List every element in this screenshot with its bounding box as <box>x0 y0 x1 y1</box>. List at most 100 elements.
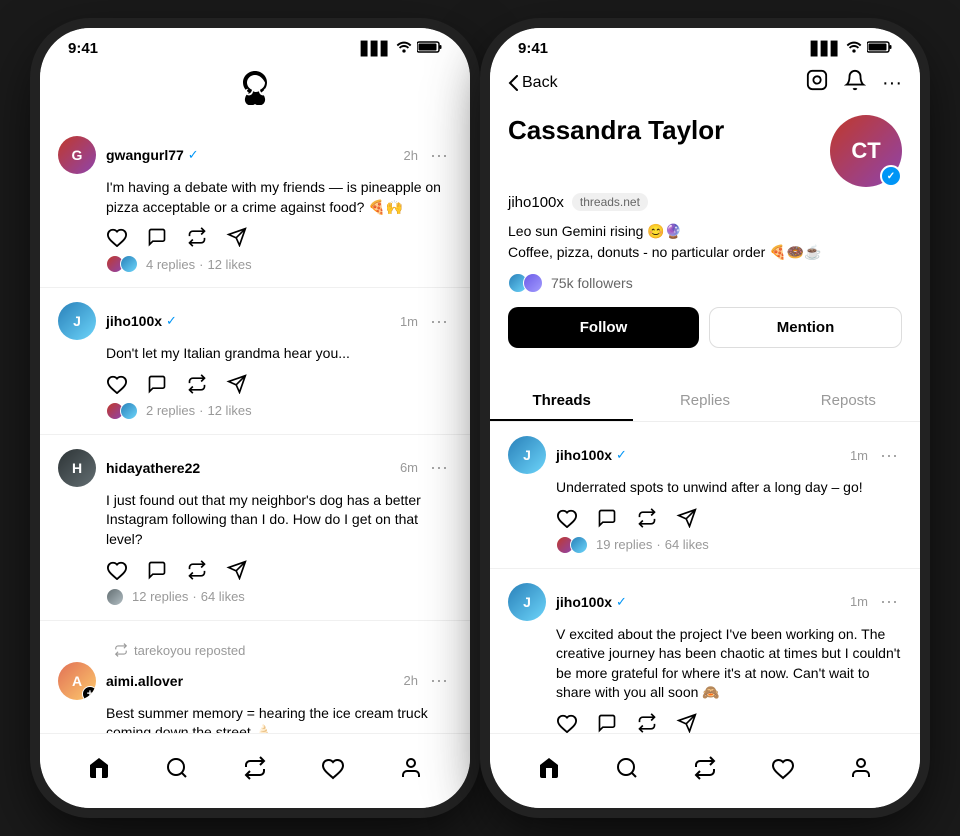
nav-search[interactable] <box>157 748 197 788</box>
nav-heart[interactable] <box>313 748 353 788</box>
post-actions <box>556 713 902 733</box>
more-button[interactable]: ··· <box>876 445 902 466</box>
bottom-nav <box>40 733 470 808</box>
share-button[interactable] <box>226 374 248 394</box>
comment-button[interactable] <box>146 374 168 394</box>
nav-home[interactable] <box>79 748 119 788</box>
comment-button[interactable] <box>596 713 618 733</box>
repost-button[interactable] <box>186 374 208 394</box>
avatar: H <box>58 449 96 487</box>
username[interactable]: aimi.allover <box>106 673 183 689</box>
post-actions <box>556 508 902 528</box>
avatar: J <box>58 302 96 340</box>
share-button[interactable] <box>676 713 698 733</box>
post-actions <box>106 374 452 394</box>
nav-profile-2[interactable] <box>841 748 881 788</box>
user-info: gwangurl77 ✓ <box>106 147 199 163</box>
post-meta: 6m ··· <box>400 457 452 478</box>
verified-badge: ✓ <box>616 594 627 610</box>
comment-button[interactable] <box>146 560 168 580</box>
time-1: 9:41 <box>68 40 98 57</box>
back-button[interactable]: Back <box>508 74 558 92</box>
username[interactable]: jiho100x <box>106 313 162 329</box>
post-body: Don't let my Italian grandma hear you... <box>106 344 452 364</box>
like-button[interactable] <box>106 374 128 394</box>
threads-logo <box>239 69 271 110</box>
more-icon[interactable]: ··· <box>882 72 902 95</box>
post-user: J jiho100x ✓ <box>58 302 177 340</box>
post-stats: 12 replies · 64 likes <box>106 588 452 606</box>
share-button[interactable] <box>676 508 698 528</box>
post-header: A + aimi.allover 2h ··· <box>58 662 452 700</box>
like-button[interactable] <box>556 508 578 528</box>
share-button[interactable] <box>226 227 248 247</box>
post-item: J jiho100x ✓ 1m ··· Don't let my Italian… <box>40 288 470 435</box>
post-body: Underrated spots to unwind after a long … <box>556 478 902 498</box>
like-button[interactable] <box>556 713 578 733</box>
tab-reposts[interactable]: Reposts <box>777 380 920 421</box>
bell-icon[interactable] <box>844 69 866 97</box>
nav-profile[interactable] <box>391 748 431 788</box>
post-user: A + aimi.allover <box>58 662 183 700</box>
time-2: 9:41 <box>518 40 548 57</box>
repost-button[interactable] <box>186 227 208 247</box>
reply-count: 19 replies <box>596 537 652 552</box>
post-meta: 2h ··· <box>404 145 452 166</box>
follow-button[interactable]: Follow <box>508 307 699 348</box>
repost-button[interactable] <box>636 713 658 733</box>
verified-avatar-badge: ✓ <box>880 165 902 187</box>
profile-header: Cassandra Taylor CT ✓ jiho100x threads.n… <box>490 107 920 380</box>
repost-button[interactable] <box>186 560 208 580</box>
profile-name: Cassandra Taylor <box>508 115 724 146</box>
username[interactable]: hidayathere22 <box>106 460 200 476</box>
mention-button[interactable]: Mention <box>709 307 902 348</box>
reply-count: 4 replies <box>146 257 195 272</box>
post-item: H hidayathere22 6m ··· I just found out … <box>40 435 470 621</box>
post-header: J jiho100x ✓ 1m ··· <box>508 583 902 621</box>
followers-count: 75k followers <box>551 275 633 291</box>
nav-home-2[interactable] <box>529 748 569 788</box>
username[interactable]: gwangurl77 <box>106 147 184 163</box>
status-bar-2: 9:41 ▋▋▋ <box>490 28 920 61</box>
repost-button[interactable] <box>636 508 658 528</box>
wifi-icon <box>846 41 862 56</box>
post-actions <box>106 227 452 247</box>
tab-threads[interactable]: Threads <box>490 380 633 421</box>
post-meta: 1m ··· <box>400 311 452 332</box>
like-button[interactable] <box>106 560 128 580</box>
nav-compose-2[interactable] <box>685 748 725 788</box>
post-header: J jiho100x ✓ 1m ··· <box>508 436 902 474</box>
more-button[interactable]: ··· <box>876 591 902 612</box>
instagram-icon[interactable] <box>806 69 828 97</box>
nav-compose[interactable] <box>235 748 275 788</box>
status-icons-2: ▋▋▋ <box>811 41 892 57</box>
more-button[interactable]: ··· <box>426 145 452 166</box>
wifi-icon <box>396 41 412 56</box>
status-bar-1: 9:41 ▋▋▋ <box>40 28 470 61</box>
post-body: I just found out that my neighbor's dog … <box>106 491 452 550</box>
post-time: 1m <box>850 594 868 609</box>
nav-heart-2[interactable] <box>763 748 803 788</box>
more-button[interactable]: ··· <box>426 311 452 332</box>
back-label: Back <box>522 74 558 92</box>
user-info: jiho100x ✓ <box>556 447 627 463</box>
username[interactable]: jiho100x <box>556 594 612 610</box>
post-header: J jiho100x ✓ 1m ··· <box>58 302 452 340</box>
post-user: J jiho100x ✓ <box>508 436 627 474</box>
share-button[interactable] <box>226 560 248 580</box>
verified-badge: ✓ <box>616 447 627 463</box>
post-time: 2h <box>404 673 418 688</box>
post-header: G gwangurl77 ✓ 2h ··· <box>58 136 452 174</box>
comment-button[interactable] <box>596 508 618 528</box>
more-button[interactable]: ··· <box>426 670 452 691</box>
avatar: J <box>508 436 546 474</box>
profile-bio: Leo sun Gemini rising 😊🔮 Coffee, pizza, … <box>508 221 902 263</box>
follower-avatar <box>523 273 543 293</box>
username[interactable]: jiho100x <box>556 447 612 463</box>
like-button[interactable] <box>106 227 128 247</box>
tab-replies[interactable]: Replies <box>633 380 776 421</box>
more-button[interactable]: ··· <box>426 457 452 478</box>
followers-row: 75k followers <box>508 273 902 293</box>
comment-button[interactable] <box>146 227 168 247</box>
nav-search-2[interactable] <box>607 748 647 788</box>
